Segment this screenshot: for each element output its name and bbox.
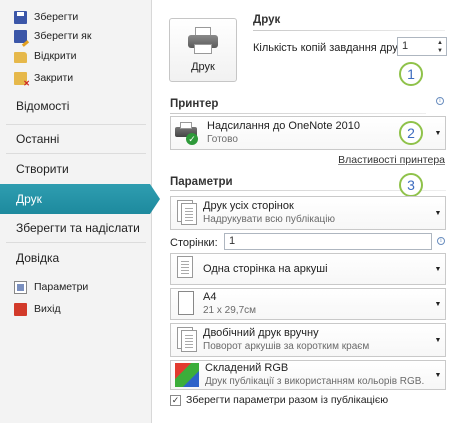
save-icon	[14, 10, 27, 24]
sidebar-item-label: Довідка	[16, 251, 60, 265]
sidebar-item-label: Параметри	[34, 281, 89, 293]
save-settings-label: Зберегти параметри разом із публікацією	[186, 394, 389, 406]
sidebar-item-label: Вихід	[34, 303, 61, 315]
sidebar-item-label: Закрити	[34, 72, 74, 84]
sidebar-item-label: Зберегти як	[34, 30, 92, 42]
paper-size-dropdown[interactable]: A4 21 x 29,7см ▼	[170, 288, 446, 320]
sidebar-item-label: Зберегти та надіслати	[16, 221, 140, 235]
dropdown-title: A4	[203, 291, 217, 303]
spin-up-icon[interactable]: ▲	[436, 39, 444, 47]
dropdown-title: Друк усіх сторінок	[203, 200, 294, 212]
save-settings-checkbox[interactable]: ✓	[170, 395, 181, 406]
callout-1: 1	[399, 62, 423, 86]
chevron-down-icon: ▼	[434, 129, 442, 137]
dropdown-title: Двобічний друк вручну	[203, 327, 319, 339]
info-icon[interactable]: i	[437, 237, 445, 245]
spin-down-icon[interactable]: ▼	[436, 47, 444, 55]
chevron-down-icon: ▼	[434, 371, 442, 379]
sidebar-item-exit[interactable]: Вихід	[0, 298, 152, 320]
print-button[interactable]: Друк	[169, 18, 237, 82]
pages-value: 1	[229, 235, 236, 247]
pages-icon	[175, 200, 197, 226]
sidebar-item-recent[interactable]: Останні	[0, 124, 152, 154]
close-folder-icon	[14, 71, 30, 88]
exit-icon	[14, 302, 27, 316]
print-section-title: Друк	[253, 14, 281, 26]
dropdown-subtitle: Поворот аркушів за коротким краєм	[203, 341, 370, 352]
sidebar-item-save-as[interactable]: Зберегти як	[0, 25, 152, 47]
callout-2: 2	[399, 121, 423, 145]
printer-properties-link[interactable]: Властивості принтера	[338, 154, 445, 166]
paper-size-icon	[175, 291, 197, 317]
pages-input[interactable]: 1	[224, 233, 432, 250]
color-mode-dropdown[interactable]: Складений RGB Друк публікації з використ…	[170, 360, 446, 390]
dropdown-title: Одна сторінка на аркуші	[203, 262, 328, 275]
printer-icon	[188, 27, 218, 55]
printer-ready-icon: ✓	[175, 120, 201, 146]
chevron-down-icon: ▼	[434, 265, 442, 273]
sidebar-item-label: Друк	[16, 192, 42, 206]
chevron-down-icon: ▼	[434, 336, 442, 344]
sidebar-item-close[interactable]: Закрити	[0, 67, 152, 89]
sidebar-item-save-send[interactable]: Зберегти та надіслати	[0, 213, 152, 243]
printer-status: Готово	[207, 134, 238, 145]
sidebar-item-print[interactable]: Друк	[0, 184, 160, 214]
backstage-sidebar: Зберегти Зберегти як Відкрити Закрити Ві…	[0, 0, 160, 423]
pages-per-sheet-dropdown[interactable]: Одна сторінка на аркуші ▼	[170, 253, 446, 285]
sidebar-item-label: Створити	[16, 162, 69, 176]
open-folder-icon	[14, 51, 27, 63]
dropdown-subtitle: Друк публікації з використанням кольорів…	[205, 376, 425, 387]
dropdown-subtitle: 21 x 29,7см	[203, 305, 257, 316]
save-as-icon	[14, 29, 27, 43]
dropdown-subtitle: Надрукувати всю публікацію	[203, 214, 335, 225]
copies-input[interactable]: 1 ▲ ▼	[397, 37, 447, 56]
info-icon[interactable]: i	[436, 97, 444, 105]
callout-3: 3	[399, 173, 423, 197]
sidebar-item-options[interactable]: Параметри	[0, 276, 152, 298]
duplex-icon	[175, 327, 197, 353]
sidebar-item-label: Відомості	[16, 99, 70, 113]
chevron-down-icon: ▼	[434, 209, 442, 217]
copies-value: 1	[402, 40, 409, 52]
rgb-color-icon	[175, 363, 199, 387]
sidebar-item-label: Відкрити	[34, 50, 77, 62]
sidebar-item-help[interactable]: Довідка	[0, 243, 152, 273]
duplex-dropdown[interactable]: Двобічний друк вручну Поворот аркушів за…	[170, 323, 446, 357]
printer-section-title: Принтер	[170, 98, 219, 110]
settings-section-title: Параметри	[170, 176, 233, 188]
copies-spinner[interactable]: ▲ ▼	[436, 39, 444, 55]
section-divider	[253, 30, 445, 31]
page-icon	[175, 256, 197, 282]
print-button-label: Друк	[191, 61, 215, 73]
sidebar-item-new[interactable]: Створити	[0, 154, 152, 184]
chevron-down-icon: ▼	[434, 300, 442, 308]
copies-label: Кількість копій завдання друку:	[253, 42, 412, 54]
pages-label: Сторінки:	[170, 237, 218, 249]
printer-name: Надсилання до OneNote 2010	[207, 120, 360, 132]
options-icon	[14, 280, 27, 294]
print-panel: Друк Друк Кількість копій завдання друку…	[153, 0, 457, 423]
sidebar-item-info[interactable]: Відомості	[0, 91, 152, 121]
dropdown-title: Складений RGB	[205, 362, 289, 374]
print-range-dropdown[interactable]: Друк усіх сторінок Надрукувати всю публі…	[170, 196, 446, 230]
sidebar-item-label: Зберегти	[34, 11, 79, 23]
sidebar-item-open[interactable]: Відкрити	[0, 45, 152, 67]
section-divider	[170, 113, 426, 114]
sidebar-item-label: Останні	[16, 132, 60, 146]
